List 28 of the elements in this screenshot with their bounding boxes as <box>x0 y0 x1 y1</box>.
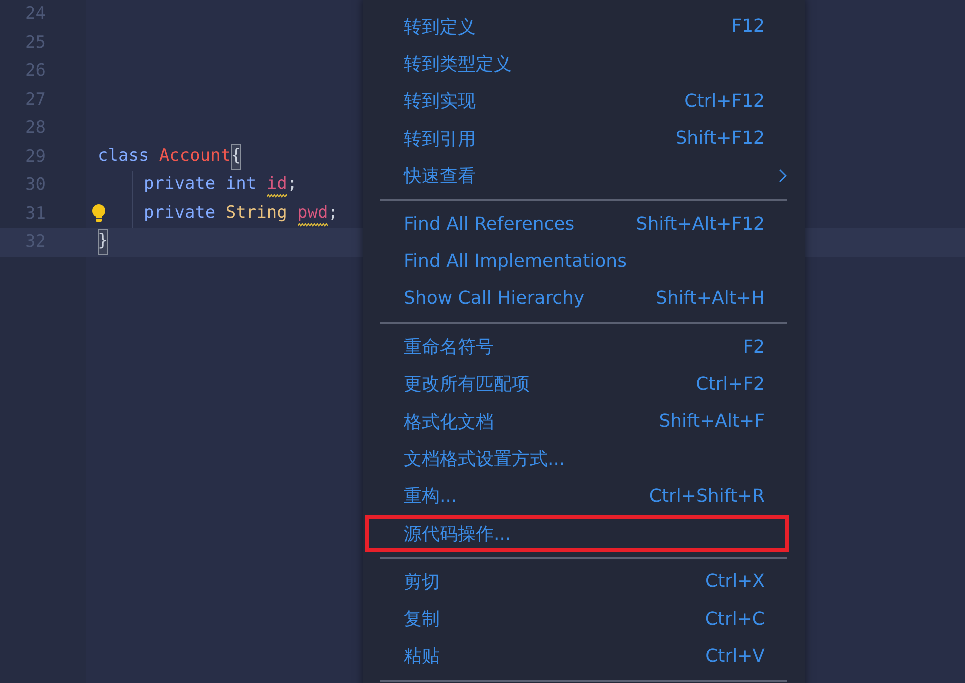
menu-item[interactable]: 剪切 Ctrl+X <box>365 563 789 600</box>
menu-item[interactable]: 格式化文档 Shift+Alt+F <box>365 402 789 440</box>
menu-item[interactable]: Find All References Shift+Alt+F12 <box>365 205 789 243</box>
menu-item[interactable]: 转到定义 F12 <box>365 8 789 46</box>
code-token: int <box>226 173 257 196</box>
menu-item[interactable]: 粘贴 Ctrl+V <box>365 638 789 676</box>
code-token: } <box>98 229 108 256</box>
menu-item[interactable]: 重构... Ctrl+Shift+R <box>365 478 789 515</box>
menu-item[interactable]: 复制 Ctrl+C <box>365 600 789 638</box>
menu-item[interactable]: Find All Implementations <box>365 242 789 280</box>
code-token: String <box>226 202 288 225</box>
menu-item[interactable]: 转到引用 Shift+F12 <box>365 120 789 158</box>
code-token: ; <box>287 173 298 196</box>
menu-item[interactable]: 源代码操作... <box>365 514 789 552</box>
menu-item[interactable]: 文档格式设置方式... <box>365 440 789 478</box>
menu-item[interactable]: 重命名符号 F2 <box>365 328 789 366</box>
code-token: private <box>144 202 216 225</box>
code-token: { <box>231 144 242 170</box>
menu-item[interactable]: 转到实现 Ctrl+F12 <box>365 82 789 120</box>
menu-item[interactable]: 快速查看 <box>365 157 789 194</box>
code-token: class <box>98 144 150 168</box>
code-token: private <box>144 173 216 196</box>
lightbulb-icon[interactable] <box>92 204 106 224</box>
menu-item[interactable]: 转到类型定义 <box>365 45 789 83</box>
code-token: ; <box>328 202 339 225</box>
menu-item[interactable]: Show Call Hierarchy Shift+Alt+H <box>365 280 789 318</box>
code-token: Account <box>159 144 232 168</box>
menu-item[interactable]: 更改所有匹配项 Ctrl+F2 <box>365 366 789 403</box>
